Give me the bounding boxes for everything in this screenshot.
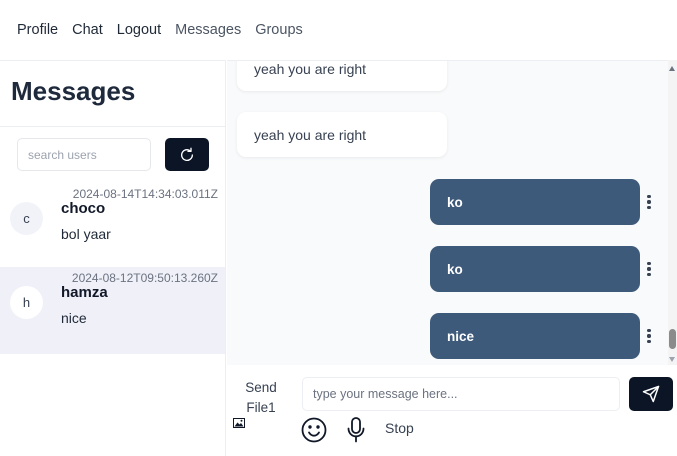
send-file-button[interactable]: Send File1 (244, 378, 278, 418)
nav-messages-link[interactable]: Messages (175, 22, 241, 38)
nav-chat-link[interactable]: Chat (72, 22, 103, 38)
conversation-sidebar: Messages c 2024-08-14T14:34:03.011Z choc… (0, 60, 226, 456)
send-message-button[interactable] (629, 377, 673, 411)
message-composer: Send File1 Stop (227, 365, 677, 456)
outgoing-message: ko (430, 179, 640, 225)
outgoing-message: nice (430, 313, 640, 359)
chat-scrollbar[interactable] (668, 60, 677, 365)
nav-profile-link[interactable]: Profile (17, 22, 58, 38)
conversation-item-choco[interactable]: c 2024-08-14T14:34:03.011Z choco bol yaa… (0, 183, 225, 270)
message-options-icon[interactable] (644, 327, 654, 345)
scroll-up-arrow-icon[interactable] (669, 66, 675, 71)
message-options-icon[interactable] (644, 193, 654, 211)
refresh-icon (181, 147, 194, 161)
message-options-icon[interactable] (644, 260, 654, 278)
send-icon (642, 385, 660, 403)
conversation-preview: nice (61, 310, 87, 326)
emoji-icon[interactable] (300, 416, 328, 444)
sidebar-divider (0, 126, 225, 127)
nav-groups-link[interactable]: Groups (255, 22, 303, 38)
refresh-button[interactable] (165, 138, 209, 171)
stop-recording-button[interactable]: Stop (385, 420, 414, 436)
outgoing-message: ko (430, 246, 640, 292)
scroll-thumb[interactable] (669, 329, 676, 349)
incoming-message: yeah you are right (237, 61, 447, 91)
image-icon[interactable] (233, 418, 245, 428)
conversation-name: hamza (61, 284, 108, 301)
microphone-icon[interactable] (346, 416, 366, 444)
conversation-name: choco (61, 200, 106, 217)
nav-logout-link[interactable]: Logout (117, 22, 161, 38)
chat-message-area: yeah you are right yeah you are right ko… (227, 60, 668, 365)
top-nav: Profile Chat Logout Messages Groups (0, 0, 677, 60)
incoming-message: yeah you are right (237, 112, 447, 157)
avatar: c (10, 202, 43, 235)
search-users-input[interactable] (17, 138, 151, 171)
conversation-item-hamza[interactable]: h 2024-08-12T09:50:13.260Z hamza nice (0, 267, 225, 354)
sidebar-title: Messages (11, 76, 136, 106)
conversation-preview: bol yaar (61, 226, 111, 242)
conversation-timestamp: 2024-08-14T14:34:03.011Z (72, 187, 218, 201)
conversation-timestamp: 2024-08-12T09:50:13.260Z (71, 271, 218, 285)
message-input[interactable] (302, 377, 620, 411)
scroll-down-arrow-icon[interactable] (669, 357, 675, 362)
avatar: h (10, 286, 43, 319)
